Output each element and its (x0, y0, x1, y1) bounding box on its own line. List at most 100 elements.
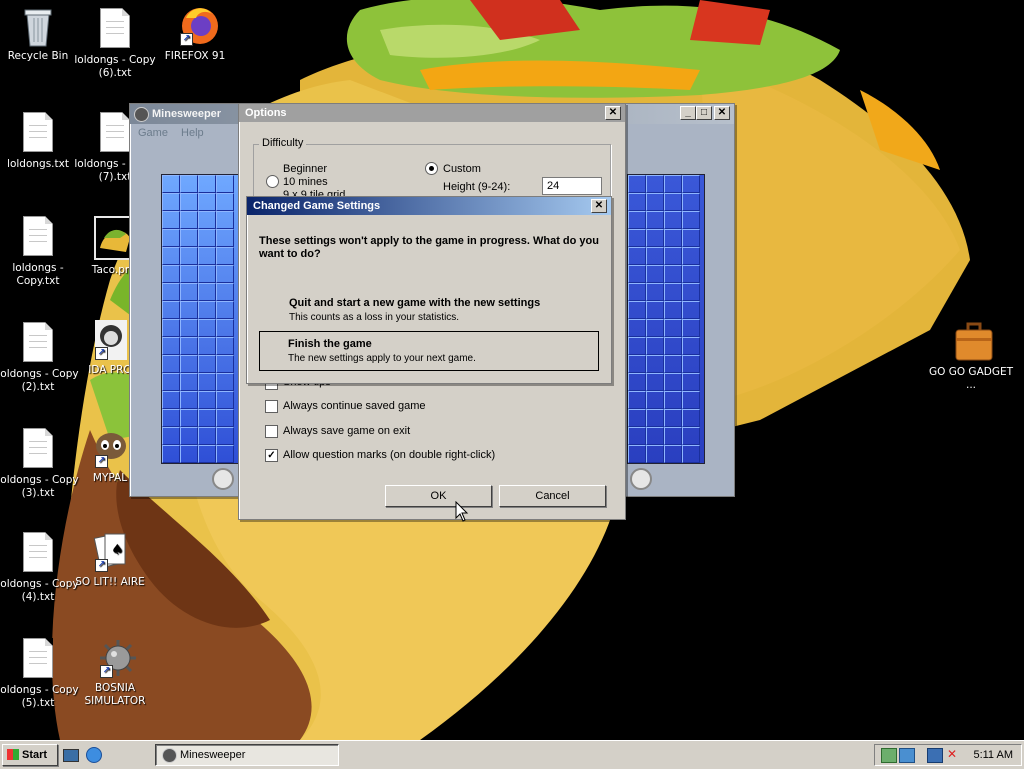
allow-question-checkbox[interactable]: ✓ (265, 449, 278, 462)
tray-display-icon[interactable] (927, 748, 943, 763)
mine-tile[interactable] (216, 265, 234, 283)
mine-tile[interactable] (628, 337, 646, 355)
mine-tile[interactable] (664, 337, 682, 355)
mine-tile[interactable] (628, 229, 646, 247)
mine-tile[interactable] (664, 211, 682, 229)
mine-tile[interactable] (198, 337, 216, 355)
mine-tile[interactable] (664, 247, 682, 265)
mine-tile[interactable] (664, 373, 682, 391)
menu-help[interactable]: Help (181, 127, 204, 139)
mine-tile[interactable] (646, 319, 664, 337)
mine-tile[interactable] (180, 409, 198, 427)
mine-tile[interactable] (682, 283, 700, 301)
mine-tile[interactable] (180, 373, 198, 391)
mine-tile[interactable] (628, 283, 646, 301)
mine-tile[interactable] (198, 247, 216, 265)
close-button[interactable]: ✕ (714, 106, 730, 120)
mine-tile[interactable] (664, 319, 682, 337)
mine-tile[interactable] (646, 409, 664, 427)
mine-tile[interactable] (646, 229, 664, 247)
mine-tile[interactable] (198, 301, 216, 319)
mine-tile[interactable] (646, 445, 664, 463)
mine-tile[interactable] (180, 265, 198, 283)
mine-tile[interactable] (162, 391, 180, 409)
mine-tile[interactable] (198, 265, 216, 283)
mine-tile[interactable] (664, 193, 682, 211)
mine-tile[interactable] (198, 409, 216, 427)
mine-tile[interactable] (216, 193, 234, 211)
minefield-right[interactable] (627, 174, 705, 464)
mine-tile[interactable] (216, 301, 234, 319)
mine-tile[interactable] (628, 373, 646, 391)
mine-tile[interactable] (216, 427, 234, 445)
mine-tile[interactable] (682, 319, 700, 337)
mine-tile[interactable] (180, 301, 198, 319)
beginner-radio[interactable] (266, 175, 279, 188)
mine-tile[interactable] (646, 427, 664, 445)
minefield-left[interactable] (161, 174, 239, 464)
mine-tile[interactable] (216, 175, 234, 193)
mine-tile[interactable] (628, 409, 646, 427)
tray-clock[interactable]: 5:11 AM (973, 748, 1013, 762)
mine-tile[interactable] (664, 175, 682, 193)
mine-tile[interactable] (180, 229, 198, 247)
mine-tile[interactable] (180, 175, 198, 193)
desktop-icon-loldongs-copy-6[interactable]: loldongs - Copy (6).txt (70, 8, 160, 80)
mine-tile[interactable] (162, 427, 180, 445)
mine-tile[interactable] (646, 175, 664, 193)
changed-close-button[interactable]: ✕ (591, 199, 607, 213)
mine-tile[interactable] (682, 391, 700, 409)
mine-tile[interactable] (682, 337, 700, 355)
mine-tile[interactable] (198, 445, 216, 463)
desktop-icon-solitaire[interactable]: ♠ ↗ SO LIT!! AIRE (65, 530, 155, 589)
mine-tile[interactable] (198, 193, 216, 211)
tray-app-icon[interactable] (899, 748, 915, 763)
mine-tile[interactable] (628, 391, 646, 409)
quicklaunch-desktop-icon[interactable] (63, 749, 79, 762)
mine-tile[interactable] (664, 445, 682, 463)
mine-tile[interactable] (198, 211, 216, 229)
mine-tile[interactable] (628, 445, 646, 463)
mine-tile[interactable] (162, 283, 180, 301)
quicklaunch-ie-icon[interactable] (86, 747, 102, 763)
mine-tile[interactable] (664, 301, 682, 319)
mine-tile[interactable] (162, 319, 180, 337)
mine-tile[interactable] (180, 337, 198, 355)
mine-tile[interactable] (216, 319, 234, 337)
desktop-icon-go-go-gadget[interactable]: GO GO GADGET ... (926, 320, 1016, 392)
mine-tile[interactable] (216, 247, 234, 265)
mine-tile[interactable] (628, 193, 646, 211)
mine-tile[interactable] (198, 373, 216, 391)
mine-tile[interactable] (198, 391, 216, 409)
mine-tile[interactable] (216, 337, 234, 355)
mine-tile[interactable] (646, 355, 664, 373)
mine-tile[interactable] (162, 301, 180, 319)
options-close-button[interactable]: ✕ (605, 106, 621, 120)
mine-tile[interactable] (180, 445, 198, 463)
mine-tile[interactable] (628, 247, 646, 265)
mine-tile[interactable] (682, 229, 700, 247)
custom-radio[interactable] (425, 162, 438, 175)
mine-tile[interactable] (180, 247, 198, 265)
mine-tile[interactable] (216, 211, 234, 229)
mine-tile[interactable] (664, 427, 682, 445)
option-quit-new-game[interactable]: Quit and start a new game with the new s… (259, 291, 599, 327)
mine-tile[interactable] (628, 265, 646, 283)
desktop-icon-firefox[interactable]: ↗ FIREFOX 91 (150, 4, 240, 63)
option-finish-game[interactable]: Finish the game The new settings apply t… (259, 331, 599, 371)
mine-tile[interactable] (180, 283, 198, 301)
mine-tile[interactable] (162, 373, 180, 391)
mine-tile[interactable] (162, 229, 180, 247)
mine-tile[interactable] (646, 337, 664, 355)
mine-tile[interactable] (180, 211, 198, 229)
mine-tile[interactable] (682, 175, 700, 193)
mine-tile[interactable] (646, 301, 664, 319)
mine-tile[interactable] (646, 247, 664, 265)
mine-tile[interactable] (198, 175, 216, 193)
mine-tile[interactable] (628, 355, 646, 373)
mine-tile[interactable] (664, 265, 682, 283)
mine-tile[interactable] (646, 391, 664, 409)
tray-volume-muted-icon[interactable]: ✕ (945, 748, 959, 761)
mine-tile[interactable] (162, 265, 180, 283)
mine-tile[interactable] (162, 211, 180, 229)
